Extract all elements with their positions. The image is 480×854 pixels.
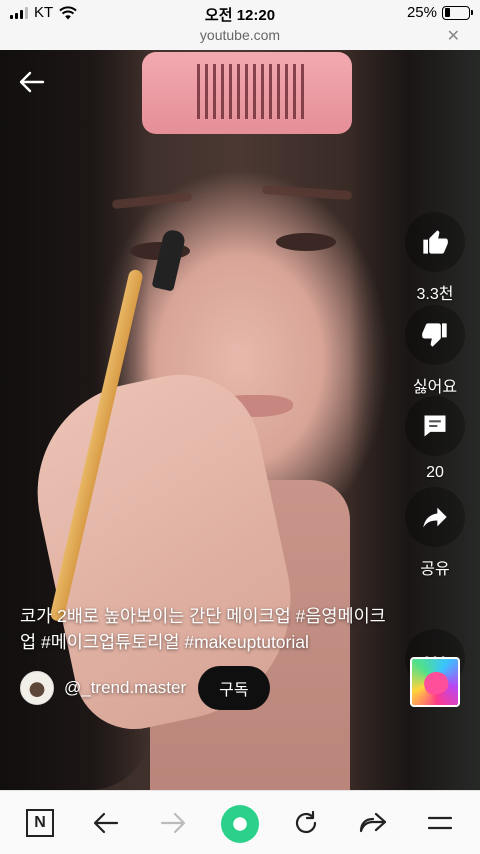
- subscribe-button[interactable]: 구독: [198, 666, 270, 710]
- battery-percent: 25%: [406, 4, 437, 21]
- close-icon[interactable]: ✕: [447, 26, 460, 46]
- share-button[interactable]: [405, 487, 465, 547]
- n-button[interactable]: N: [22, 805, 58, 841]
- dislike-action[interactable]: 싫어요: [405, 305, 465, 397]
- video-caption[interactable]: 코가 2배로 높아보이는 간단 메이크업 #음영메이크업 #메이크업튜토리얼 #…: [20, 603, 395, 655]
- url-text[interactable]: youtube.com: [0, 27, 480, 43]
- share-icon: [423, 507, 447, 528]
- menu-button[interactable]: [422, 805, 458, 841]
- refresh-button[interactable]: [288, 805, 324, 841]
- video-frame-brow-right: [261, 184, 353, 201]
- video-frame-eye-right: [276, 233, 336, 251]
- like-action[interactable]: 3.3천: [405, 212, 465, 304]
- video-frame-hair-roller: [142, 52, 352, 134]
- share-label: 공유: [420, 561, 450, 578]
- url-row: youtube.com ✕: [0, 26, 480, 50]
- like-count: 3.3천: [416, 286, 454, 303]
- dislike-button[interactable]: [405, 305, 465, 365]
- share-icon: [359, 812, 387, 833]
- thumbs-down-icon: [422, 323, 447, 347]
- dislike-label: 싫어요: [412, 379, 458, 396]
- status-bar: KT 오전 12:20 25%: [0, 0, 480, 26]
- comments-button[interactable]: [405, 396, 465, 456]
- browser-top-chrome: KT 오전 12:20 25% youtube.com ✕: [0, 0, 480, 50]
- forward-icon: [160, 812, 186, 834]
- home-button[interactable]: [220, 804, 260, 844]
- comment-icon: [424, 415, 446, 437]
- n-icon: N: [26, 809, 54, 837]
- comments-action[interactable]: 20: [405, 396, 465, 482]
- back-button[interactable]: [88, 805, 124, 841]
- forward-button[interactable]: [155, 805, 191, 841]
- share-button-toolbar[interactable]: [355, 805, 391, 841]
- channel-row: @_trend.master 구독: [20, 666, 270, 710]
- share-action[interactable]: 공유: [405, 487, 465, 579]
- video-frame-brush-head: [151, 228, 187, 292]
- back-icon: [93, 812, 119, 834]
- channel-name[interactable]: @_trend.master: [64, 678, 186, 698]
- like-button[interactable]: [405, 212, 465, 272]
- thumbs-up-icon: [423, 230, 448, 254]
- browser-toolbar: N: [0, 790, 480, 854]
- back-arrow-icon[interactable]: [18, 68, 46, 96]
- status-right: 25%: [406, 4, 473, 21]
- home-icon: [221, 805, 259, 843]
- comment-count: 20: [426, 464, 444, 481]
- battery-icon: [442, 5, 473, 20]
- music-thumbnail[interactable]: [410, 657, 460, 707]
- refresh-icon: [295, 810, 317, 834]
- channel-avatar[interactable]: [20, 671, 54, 705]
- menu-icon: [427, 816, 453, 830]
